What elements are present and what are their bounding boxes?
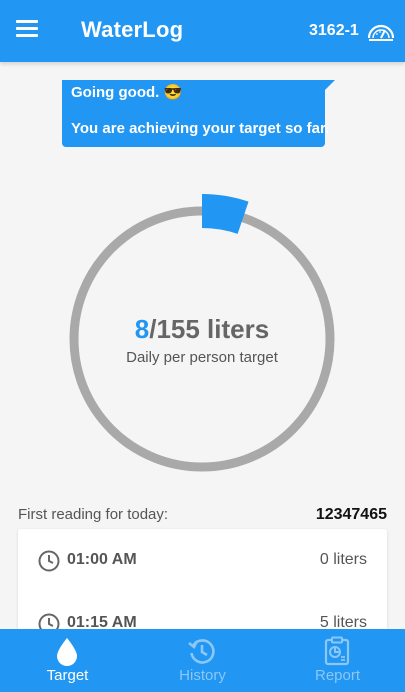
meter-id[interactable]: 3162-1 — [309, 22, 359, 40]
clock-icon — [38, 550, 60, 572]
nav-report[interactable]: Report — [270, 629, 405, 692]
history-icon — [188, 639, 215, 664]
water-meter-icon[interactable] — [366, 20, 396, 42]
nav-history-label: History — [179, 667, 226, 684]
menu-icon[interactable] — [16, 20, 38, 38]
nav-report-label: Report — [314, 667, 361, 684]
status-text: Going good. 😎 — [71, 84, 183, 101]
target-caption: Daily per person target — [126, 349, 278, 366]
usage-current: 8 — [134, 314, 150, 344]
reading-amount: 0 liters — [319, 551, 367, 568]
status-message-bubble: Going good. 😎 You are achieving your tar… — [62, 80, 329, 147]
nav-target-label: Target — [46, 667, 89, 684]
water-drop-icon — [57, 638, 77, 666]
usage-target: /155 liters — [149, 314, 270, 344]
usage-readout: 8/155 liters — [66, 314, 338, 345]
list-item[interactable]: 01:00 AM 0 liters — [18, 545, 387, 575]
app-title: WaterLog — [81, 17, 184, 42]
first-reading-value: 12347465 — [315, 506, 387, 523]
first-reading-label: First reading for today: — [18, 506, 169, 523]
app-bar: WaterLog 3162-1 — [0, 0, 405, 62]
bubble-tail — [325, 80, 335, 90]
reading-time: 01:00 AM — [67, 551, 137, 568]
ring-progress-arc — [201, 194, 249, 235]
bottom-navigation: Target History Report — [0, 629, 405, 692]
status-message: You are achieving your target so far. — [71, 120, 330, 137]
report-icon — [324, 636, 350, 666]
nav-target[interactable]: Target — [0, 629, 135, 692]
nav-history[interactable]: History — [135, 629, 270, 692]
